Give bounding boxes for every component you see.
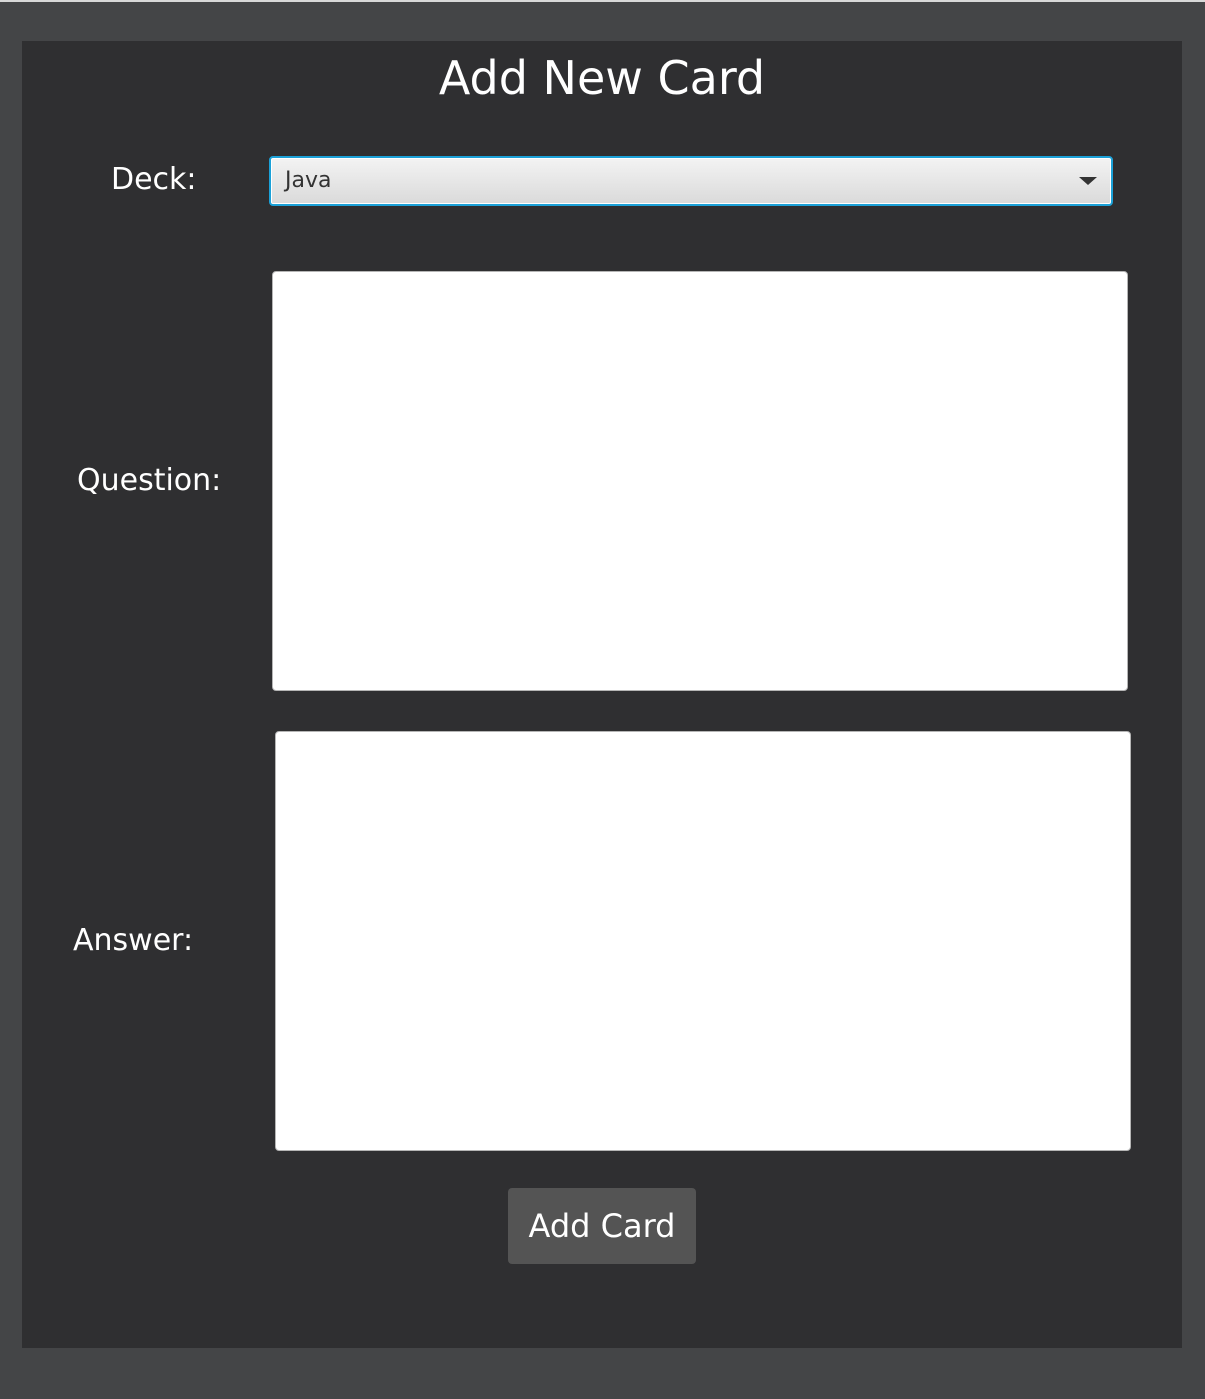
deck-select[interactable]: Java bbox=[269, 156, 1113, 206]
window-top-edge bbox=[0, 0, 1205, 2]
window-frame: Add New Card Deck: Java Question: Answer… bbox=[0, 0, 1205, 1399]
chevron-down-icon[interactable] bbox=[1079, 177, 1097, 185]
answer-textarea[interactable] bbox=[275, 731, 1131, 1151]
add-card-button[interactable]: Add Card bbox=[508, 1188, 696, 1264]
question-textarea[interactable] bbox=[272, 271, 1128, 691]
deck-selected-value: Java bbox=[285, 168, 332, 193]
answer-label: Answer: bbox=[73, 923, 194, 958]
page-title: Add New Card bbox=[438, 51, 766, 105]
add-card-panel: Add New Card Deck: Java Question: Answer… bbox=[22, 41, 1182, 1348]
question-label: Question: bbox=[77, 463, 222, 498]
deck-label: Deck: bbox=[111, 162, 197, 197]
